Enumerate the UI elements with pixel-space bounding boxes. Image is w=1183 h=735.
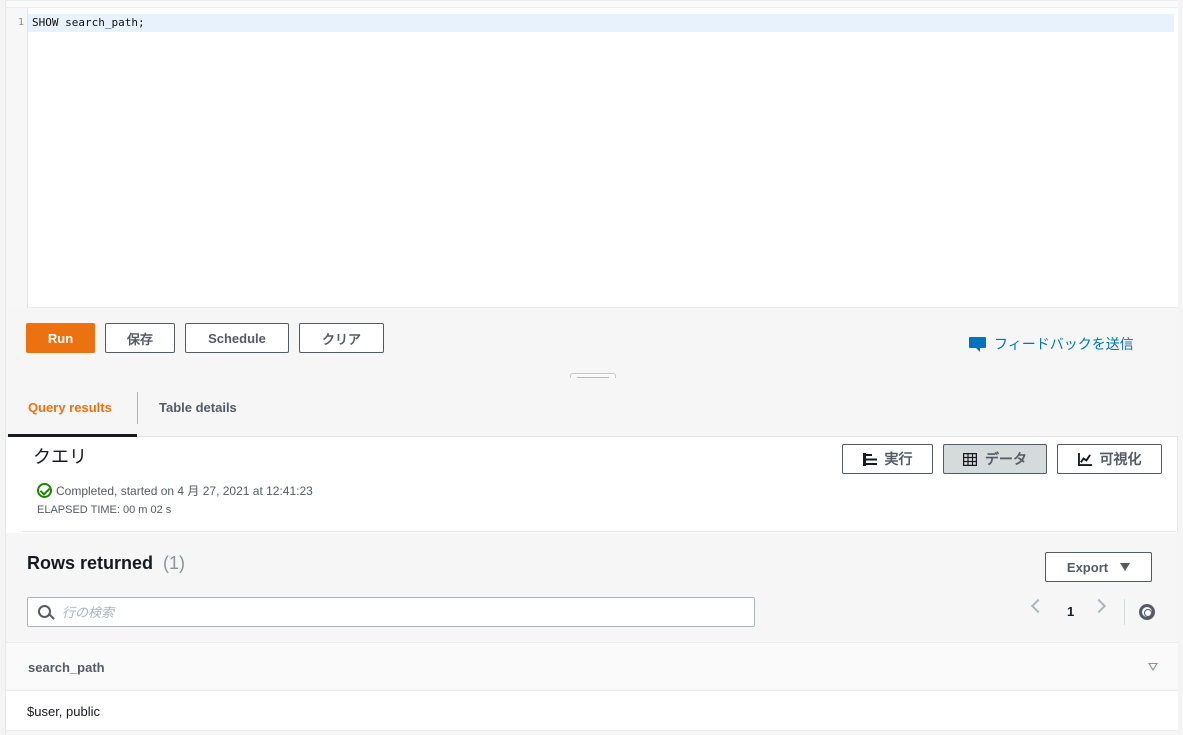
query-panel: クエリ Completed, started on 4 月 27, 2021 a… bbox=[22, 438, 1176, 532]
view-data-label: データ bbox=[985, 451, 1027, 467]
tab-separator bbox=[137, 392, 138, 424]
save-button[interactable]: 保存 bbox=[105, 323, 175, 353]
query-status: Completed, started on 4 月 27, 2021 at 12… bbox=[37, 482, 313, 499]
row-search-input[interactable] bbox=[62, 602, 742, 622]
result-tabs: Query results Table details bbox=[6, 378, 1178, 437]
active-tab-underline bbox=[8, 434, 137, 437]
view-visualize-label: 可視化 bbox=[1099, 451, 1142, 467]
line-chart-icon bbox=[1077, 452, 1092, 466]
feedback-bubble-icon bbox=[969, 336, 986, 352]
rows-count: (1) bbox=[163, 553, 186, 573]
editor-toolbar: Run 保存 Schedule クリア フィードバックを送信 bbox=[6, 308, 1178, 382]
gear-icon[interactable] bbox=[1139, 604, 1155, 620]
row-search[interactable] bbox=[27, 597, 755, 627]
search-icon bbox=[38, 605, 51, 618]
query-title: クエリ bbox=[33, 447, 87, 467]
execution-list-icon bbox=[862, 452, 877, 466]
rows-returned-label: Rows returned bbox=[27, 553, 154, 573]
view-execution-label: 実行 bbox=[884, 451, 913, 467]
sql-editor[interactable]: 1 SHOW search_path; bbox=[6, 0, 1178, 308]
feedback-link[interactable]: フィードバックを送信 bbox=[969, 334, 1134, 354]
chevron-left-icon bbox=[1030, 598, 1046, 614]
sort-down-icon[interactable] bbox=[1148, 663, 1158, 671]
caret-down-icon bbox=[1120, 563, 1131, 571]
table-header: search_path bbox=[6, 642, 1178, 691]
editor-gutter: 1 bbox=[6, 8, 28, 308]
schedule-button[interactable]: Schedule bbox=[185, 323, 289, 353]
prev-page-button[interactable] bbox=[1030, 598, 1046, 614]
view-visualize-button[interactable]: 可視化 bbox=[1057, 444, 1162, 474]
tab-table-details[interactable]: Table details bbox=[159, 400, 237, 415]
feedback-label: フィードバックを送信 bbox=[994, 336, 1134, 352]
table-grid-icon bbox=[963, 452, 977, 466]
rows-returned-heading: Rows returned (1) bbox=[27, 553, 185, 574]
status-text: Completed, started on 4 月 27, 2021 at 12… bbox=[56, 484, 313, 498]
elapsed-time: ELAPSED TIME: 00 m 02 s bbox=[37, 504, 172, 516]
line-number: 1 bbox=[17, 17, 24, 28]
run-button[interactable]: Run bbox=[26, 323, 95, 353]
column-header-search-path[interactable]: search_path bbox=[28, 660, 105, 675]
next-page-button[interactable] bbox=[1091, 598, 1107, 614]
view-data-button[interactable]: データ bbox=[943, 444, 1047, 474]
editor-top-rule bbox=[6, 1, 1178, 8]
check-circle-icon bbox=[37, 483, 52, 498]
chevron-right-icon bbox=[1091, 598, 1107, 614]
export-button[interactable]: Export bbox=[1045, 552, 1152, 582]
table-row: $user, public bbox=[6, 691, 1178, 731]
tab-query-results[interactable]: Query results bbox=[28, 400, 112, 415]
view-execution-button[interactable]: 実行 bbox=[842, 444, 933, 474]
code-line-active[interactable]: SHOW search_path; bbox=[28, 14, 1174, 32]
results-panel: Rows returned (1) Export 1 search_path $… bbox=[6, 533, 1178, 735]
code-text[interactable]: SHOW search_path; bbox=[32, 16, 145, 29]
export-label: Export bbox=[1066, 559, 1109, 575]
clear-button[interactable]: クリア bbox=[299, 323, 384, 353]
table-cell: $user, public bbox=[27, 704, 100, 719]
pager-separator bbox=[1124, 599, 1125, 625]
current-page[interactable]: 1 bbox=[1067, 604, 1074, 619]
